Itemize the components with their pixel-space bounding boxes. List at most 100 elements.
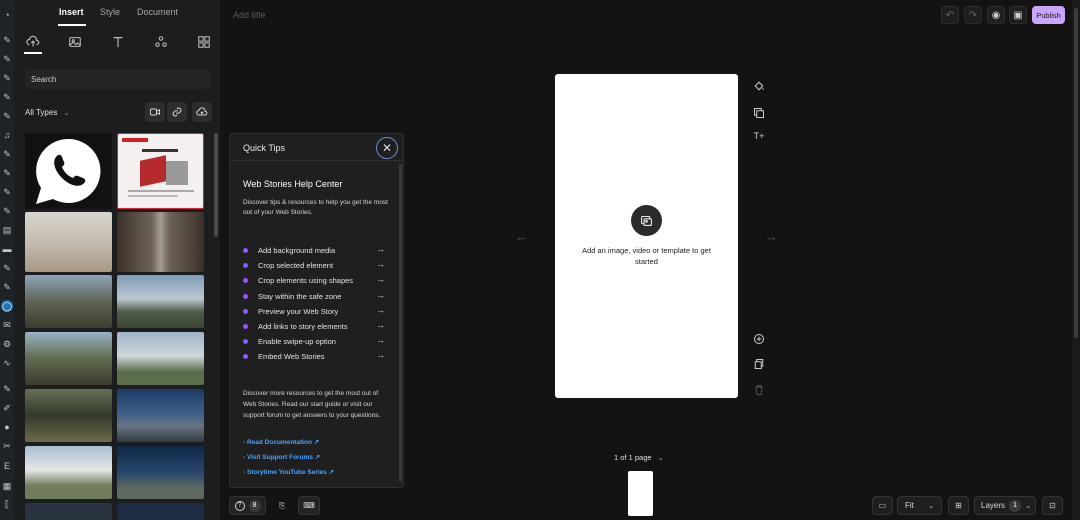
pin-icon[interactable]: ✎ <box>1 167 13 179</box>
layers-button[interactable]: Layers 1 ⌄ <box>974 496 1036 515</box>
replace-media-icon[interactable] <box>750 104 768 122</box>
grid-icon[interactable]: ▦ <box>1 480 13 492</box>
add-text-icon[interactable]: T+ <box>750 127 768 145</box>
pin-icon[interactable]: ✎ <box>1 34 13 46</box>
pin-icon[interactable]: ✎ <box>1 110 13 122</box>
pin-icon[interactable]: ✎ <box>1 262 13 274</box>
tip-item[interactable]: Add background media → <box>243 244 385 257</box>
media-thumbnail[interactable] <box>117 503 204 520</box>
web-stories-icon[interactable]: ◯ <box>1 300 13 312</box>
media-thumbnail[interactable] <box>117 212 204 272</box>
support-forums-link[interactable]: - Visit Support Forums ↗ <box>243 453 320 461</box>
quick-tips-panel: Quick Tips ✕ Web Stories Help Center Dis… <box>229 133 404 488</box>
tip-item[interactable]: Add links to story elements → <box>243 320 385 333</box>
add-page-icon[interactable] <box>750 330 768 348</box>
tab-style[interactable]: Style <box>100 7 120 17</box>
users-icon[interactable]: ● <box>1 421 13 433</box>
media-thumbnail[interactable] <box>25 133 112 209</box>
chevron-down-icon: ⌄ <box>63 110 70 117</box>
tab-insert[interactable]: Insert <box>59 7 84 17</box>
media-placeholder-icon[interactable] <box>631 205 662 236</box>
tab-document[interactable]: Document <box>137 7 178 17</box>
next-page-arrow-icon[interactable]: → <box>765 229 778 244</box>
checklist-icon[interactable]: ⎘ <box>272 496 292 515</box>
read-documentation-link[interactable]: - Read Documentation ↗ <box>243 438 319 446</box>
youtube-series-link[interactable]: - Storytime YouTube Series ↗ <box>243 468 334 476</box>
video-icon[interactable] <box>145 102 165 122</box>
elementor-icon[interactable]: E <box>1 460 13 472</box>
bullet <box>243 248 248 253</box>
media-thumbnail[interactable] <box>117 389 204 442</box>
pin-icon[interactable]: ✎ <box>1 205 13 217</box>
dashboard-icon[interactable]: ◔ <box>1 9 13 21</box>
collapse-icon[interactable]: ⟦ <box>1 498 13 510</box>
grid-view-icon[interactable]: ⊞ <box>948 496 969 515</box>
media-thumbnail[interactable] <box>117 275 204 328</box>
shapes-icon[interactable] <box>154 35 168 49</box>
mail-icon[interactable]: ✉ <box>1 319 13 331</box>
analytics-icon[interactable]: ∿ <box>1 357 13 369</box>
tip-item[interactable]: Enable swipe-up option → <box>243 335 385 348</box>
media-thumbnail[interactable] <box>25 332 112 385</box>
safe-zone-icon[interactable]: ▭ <box>872 496 893 515</box>
comments-icon[interactable]: ▬ <box>1 243 13 255</box>
story-title-input[interactable]: Add title <box>233 10 266 20</box>
delete-page-icon[interactable] <box>750 381 768 399</box>
save-draft-icon[interactable]: ▣ <box>1009 6 1027 24</box>
tip-item[interactable]: Crop elements using shapes → <box>243 274 385 287</box>
media-thumbnail[interactable] <box>25 503 112 520</box>
image-icon[interactable] <box>68 35 82 49</box>
page-count-label: 1 of 1 page <box>614 453 652 462</box>
appearance-icon[interactable]: ✐ <box>1 402 13 414</box>
arrow-right-icon: → <box>376 259 385 269</box>
search-input[interactable] <box>25 69 211 89</box>
cloud-upload-icon[interactable] <box>192 102 212 122</box>
media-thumbnail[interactable] <box>25 389 112 442</box>
library-scrollbar[interactable] <box>214 133 218 237</box>
preview-eye-icon[interactable]: ◉ <box>987 6 1005 24</box>
scroll-thumb[interactable] <box>1074 8 1078 338</box>
pages-icon[interactable]: ▤ <box>1 224 13 236</box>
background-fill-icon[interactable] <box>750 77 768 95</box>
page-scrollbar[interactable] <box>1072 0 1080 520</box>
help-button[interactable]: ? 8 <box>229 496 266 515</box>
page-count-dropdown[interactable]: 1 of 1 page ⌄ <box>614 453 664 462</box>
pin-icon[interactable]: ✎ <box>1 91 13 103</box>
previous-page-arrow-icon[interactable]: ← <box>515 229 528 244</box>
pin-icon[interactable]: ✎ <box>1 148 13 160</box>
redo-icon[interactable]: ↷ <box>964 6 982 24</box>
close-icon[interactable]: ✕ <box>376 137 398 159</box>
story-page-canvas[interactable]: Add an image, video or template to get s… <box>555 74 738 398</box>
tools-icon[interactable]: ✂ <box>1 440 13 452</box>
zoom-select[interactable]: Fit ⌄ <box>897 496 942 515</box>
pin-icon[interactable]: ✎ <box>1 186 13 198</box>
keyboard-shortcuts-icon[interactable]: ⌨ <box>298 496 320 515</box>
upload-icon[interactable] <box>26 35 40 49</box>
media-thumbnail[interactable] <box>117 332 204 385</box>
keyboard-icon[interactable]: ⊡ <box>1042 496 1063 515</box>
media-thumbnail[interactable] <box>25 212 112 272</box>
media-thumbnail[interactable] <box>117 133 204 209</box>
text-icon[interactable] <box>111 35 125 49</box>
page-thumbnail[interactable] <box>628 471 653 516</box>
pin-icon[interactable]: ✎ <box>1 383 13 395</box>
tip-item[interactable]: Crop selected element → <box>243 259 385 272</box>
undo-icon[interactable]: ↶ <box>941 6 959 24</box>
pin-icon[interactable]: ✎ <box>1 72 13 84</box>
media-thumbnail[interactable] <box>25 446 112 499</box>
pin-icon[interactable]: ✎ <box>1 53 13 65</box>
media-icon[interactable]: ♫ <box>1 129 13 141</box>
tips-scrollbar[interactable] <box>399 164 402 482</box>
settings-icon[interactable]: ⚙ <box>1 338 13 350</box>
media-thumbnail[interactable] <box>117 446 204 499</box>
tip-item[interactable]: Embed Web Stories → <box>243 350 385 363</box>
tip-item[interactable]: Stay within the safe zone → <box>243 290 385 303</box>
link-icon[interactable] <box>167 102 187 122</box>
templates-icon[interactable] <box>197 35 211 49</box>
duplicate-page-icon[interactable] <box>750 355 768 373</box>
publish-button[interactable]: Publish <box>1032 6 1065 24</box>
media-thumbnail[interactable] <box>25 275 112 328</box>
pin-icon[interactable]: ✎ <box>1 281 13 293</box>
type-filter[interactable]: All Types ⌄ <box>25 108 69 117</box>
tip-item[interactable]: Preview your Web Story → <box>243 305 385 318</box>
